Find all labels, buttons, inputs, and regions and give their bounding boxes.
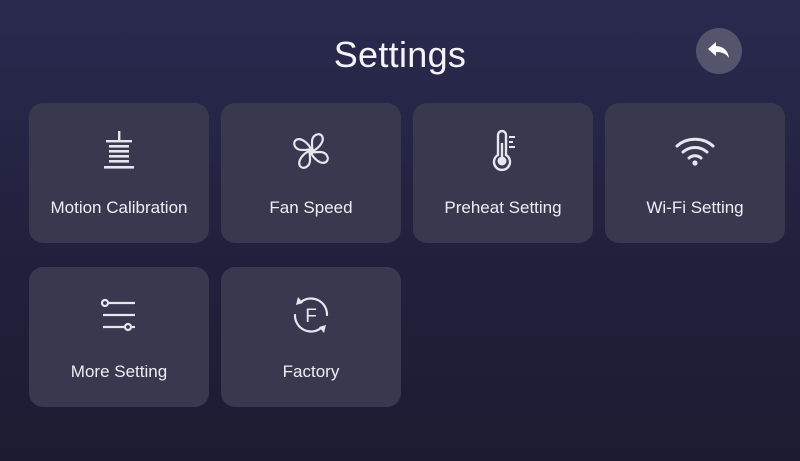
tile-label: Wi-Fi Setting xyxy=(646,198,744,217)
back-arrow-icon xyxy=(708,42,729,58)
back-button[interactable] xyxy=(696,28,742,74)
tile-label: Motion Calibration xyxy=(50,198,188,217)
more-setting-tile[interactable]: More Setting xyxy=(29,267,209,407)
tile-label: More Setting xyxy=(70,362,168,381)
tile-label: Fan Speed xyxy=(269,198,353,217)
motion-calibration-tile[interactable]: Motion Calibration xyxy=(29,103,209,243)
thermometer-icon xyxy=(492,129,515,172)
sliders-icon xyxy=(100,298,135,332)
factory-reset-icon: F xyxy=(293,297,329,333)
preheat-setting-tile[interactable]: Preheat Setting xyxy=(413,103,593,243)
tile-label: Preheat Setting xyxy=(444,198,562,217)
fan-speed-tile[interactable]: Fan Speed xyxy=(221,103,401,243)
tile-label: Factory xyxy=(282,362,340,381)
page-title: Settings xyxy=(333,34,467,75)
wifi-setting-tile[interactable]: Wi-Fi Setting xyxy=(605,103,785,243)
factory-tile[interactable]: F Factory xyxy=(221,267,401,407)
wifi-icon xyxy=(675,137,715,166)
fan-icon xyxy=(293,133,329,169)
svg-text:F: F xyxy=(305,306,317,327)
motion-calibration-icon xyxy=(104,131,134,169)
